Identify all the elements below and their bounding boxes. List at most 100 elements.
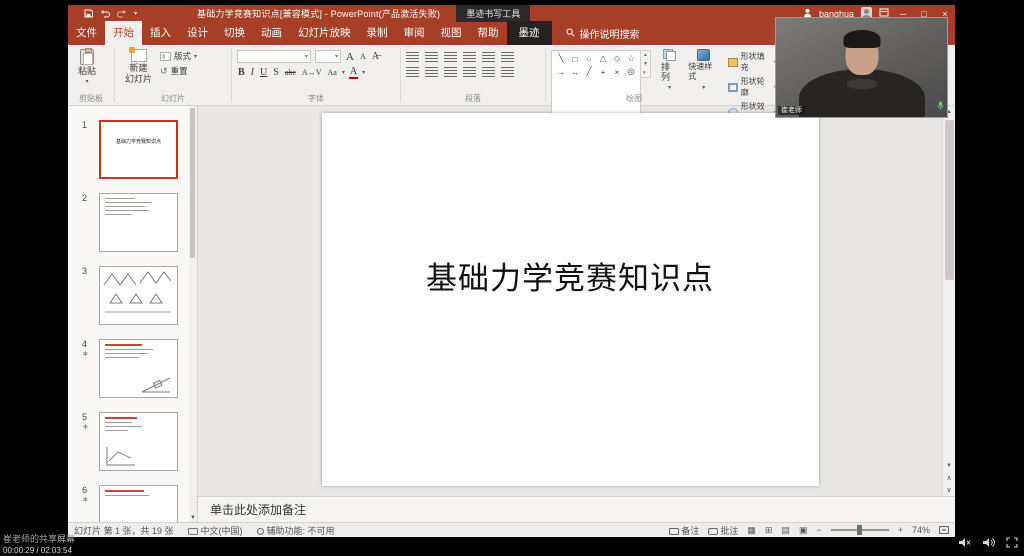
shape-oval-icon[interactable]: ○ bbox=[586, 54, 591, 64]
shape-diamond-icon[interactable]: ◇ bbox=[614, 53, 621, 64]
shape-line2-icon[interactable]: ╱ bbox=[586, 66, 591, 77]
slide-thumbnail[interactable] bbox=[99, 339, 178, 398]
shape-plus-icon[interactable]: + bbox=[601, 67, 606, 77]
normal-view-button[interactable]: ▦ bbox=[747, 525, 756, 536]
shape-rectangle-icon[interactable]: □ bbox=[572, 54, 577, 64]
language-button[interactable]: 中文(中国) bbox=[188, 524, 243, 537]
text-direction-button[interactable] bbox=[501, 52, 514, 62]
gallery-scroll-down-icon[interactable]: ▼ bbox=[643, 61, 648, 67]
thumbnail-scrollbar[interactable] bbox=[189, 106, 197, 522]
scroll-down-button[interactable]: ▼ bbox=[943, 460, 955, 472]
save-icon[interactable] bbox=[84, 9, 93, 18]
text-shadow-button[interactable]: S bbox=[272, 67, 280, 78]
numbering-button[interactable] bbox=[425, 52, 438, 62]
font-color-button[interactable]: A bbox=[349, 66, 358, 79]
gallery-more-icon[interactable]: ▾ bbox=[643, 70, 648, 76]
slide-editing-surface[interactable]: 基础力学竞赛知识点 bbox=[322, 113, 819, 486]
tab-view[interactable]: 视图 bbox=[433, 21, 470, 45]
new-slide-button[interactable]: 新建 幻灯片 bbox=[120, 48, 157, 85]
shape-circle2-icon[interactable]: ◎ bbox=[627, 66, 634, 77]
line-spacing-button[interactable] bbox=[482, 52, 495, 62]
tab-file[interactable]: 文件 bbox=[68, 21, 105, 45]
paste-button[interactable]: 粘贴 ▾ bbox=[73, 48, 101, 88]
thumbnail-scroll-down-button[interactable]: ▼ bbox=[189, 515, 197, 521]
paste-icon bbox=[80, 49, 94, 65]
fullscreen-button[interactable] bbox=[1006, 535, 1018, 553]
shape-arrow-icon[interactable]: → bbox=[557, 67, 566, 77]
shape-fill-button[interactable]: 形状填充▾ bbox=[728, 51, 777, 73]
underline-button[interactable]: U bbox=[259, 67, 268, 78]
grow-font-button[interactable]: A bbox=[345, 51, 355, 63]
slide-counter[interactable]: 幻灯片 第 1 张，共 19 张 bbox=[74, 524, 174, 537]
next-slide-button[interactable]: ∨ bbox=[943, 484, 955, 496]
italic-button[interactable]: I bbox=[250, 67, 255, 78]
smartart-convert-button[interactable] bbox=[501, 67, 514, 77]
shape-star-icon[interactable]: ☆ bbox=[627, 53, 635, 64]
thumbnail-scroll-thumb[interactable] bbox=[190, 108, 195, 258]
redo-icon[interactable] bbox=[117, 9, 127, 18]
slide-title-text[interactable]: 基础力学竞赛知识点 bbox=[322, 253, 819, 298]
align-right-button[interactable] bbox=[444, 67, 457, 77]
tab-animations[interactable]: 动画 bbox=[253, 21, 290, 45]
justify-button[interactable] bbox=[463, 67, 476, 77]
slide-thumbnail[interactable] bbox=[99, 193, 178, 252]
zoom-in-button[interactable]: + bbox=[898, 525, 903, 535]
layout-button[interactable]: 版式▾ bbox=[160, 50, 197, 62]
previous-slide-button[interactable]: ∧ bbox=[943, 472, 955, 484]
columns-button[interactable] bbox=[482, 67, 495, 77]
bullets-button[interactable] bbox=[406, 52, 419, 62]
notes-toggle[interactable]: 备注 bbox=[669, 524, 699, 537]
quick-styles-button[interactable]: 快速样式 ▾ bbox=[683, 48, 724, 123]
font-size-select[interactable]: ▾ bbox=[315, 50, 341, 63]
reset-button[interactable]: ↺重置 bbox=[160, 65, 197, 77]
shape-double-arrow-icon[interactable]: ↔ bbox=[571, 67, 580, 77]
tab-slideshow[interactable]: 幻灯片放映 bbox=[290, 21, 359, 45]
shape-line-icon[interactable]: ╲ bbox=[558, 53, 563, 64]
character-spacing-button[interactable]: A↔V bbox=[301, 68, 323, 77]
slide-sorter-button[interactable]: ⊞ bbox=[765, 525, 773, 536]
quick-access-dropdown-icon[interactable]: ▾ bbox=[134, 10, 137, 17]
scroll-thumb[interactable] bbox=[945, 120, 954, 280]
gallery-scroll-up-icon[interactable]: ▲ bbox=[643, 52, 648, 58]
fit-slide-button[interactable] bbox=[939, 526, 949, 534]
undo-icon[interactable] bbox=[100, 9, 110, 18]
scroll-track[interactable] bbox=[943, 118, 955, 460]
slideshow-button[interactable]: ▣ bbox=[799, 525, 808, 536]
zoom-percentage[interactable]: 74% bbox=[912, 525, 930, 535]
shape-multiply-icon[interactable]: × bbox=[615, 67, 620, 77]
slide-thumbnail[interactable] bbox=[99, 266, 178, 325]
clear-formatting-button[interactable]: A̶ bbox=[371, 51, 380, 62]
bold-button[interactable]: B bbox=[237, 67, 246, 78]
tab-review[interactable]: 审阅 bbox=[396, 21, 433, 45]
shape-triangle-icon[interactable]: △ bbox=[600, 53, 607, 64]
align-left-button[interactable] bbox=[406, 67, 419, 77]
arrange-button[interactable]: 排列 ▾ bbox=[656, 48, 683, 123]
zoom-slider-thumb[interactable] bbox=[857, 525, 862, 535]
strikethrough-button[interactable]: abc bbox=[284, 68, 297, 77]
comments-toggle[interactable]: 批注 bbox=[708, 524, 738, 537]
accessibility-status[interactable]: 辅助功能: 不可用 bbox=[257, 524, 335, 537]
tell-me-search[interactable]: 操作说明搜索 bbox=[566, 26, 640, 41]
tab-insert[interactable]: 插入 bbox=[142, 21, 179, 45]
tab-record[interactable]: 录制 bbox=[359, 21, 396, 45]
font-name-select[interactable]: ▾ bbox=[237, 50, 311, 63]
volume-button[interactable] bbox=[982, 535, 995, 553]
zoom-slider[interactable] bbox=[831, 529, 889, 531]
tab-home[interactable]: 开始 bbox=[105, 21, 142, 45]
tab-design[interactable]: 设计 bbox=[179, 21, 216, 45]
change-case-button[interactable]: Aa bbox=[326, 68, 337, 77]
reading-view-button[interactable]: ▤ bbox=[781, 525, 790, 536]
slide-thumbnail[interactable]: 基础力学竞赛知识点 bbox=[99, 120, 178, 179]
align-center-button[interactable] bbox=[425, 67, 438, 77]
indent-decrease-button[interactable] bbox=[444, 52, 457, 62]
mute-button[interactable] bbox=[958, 535, 971, 553]
zoom-out-button[interactable]: − bbox=[816, 525, 821, 535]
slide-thumbnail[interactable] bbox=[99, 412, 178, 471]
shrink-font-button[interactable]: A bbox=[359, 52, 367, 61]
slide-thumbnail[interactable] bbox=[99, 485, 178, 522]
notes-pane[interactable]: 单击此处添加备注 bbox=[198, 496, 955, 522]
tab-ink[interactable]: 墨迹 bbox=[507, 21, 552, 45]
indent-increase-button[interactable] bbox=[463, 52, 476, 62]
tab-help[interactable]: 帮助 bbox=[470, 21, 507, 45]
tab-transitions[interactable]: 切换 bbox=[216, 21, 253, 45]
